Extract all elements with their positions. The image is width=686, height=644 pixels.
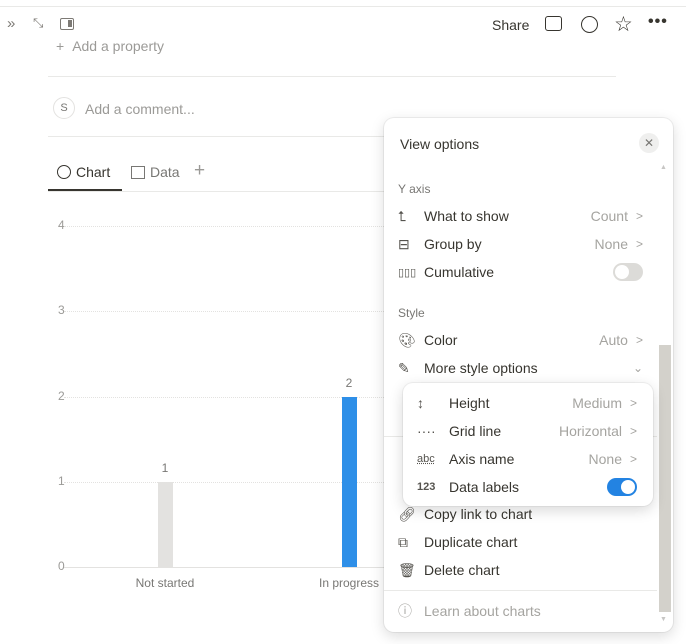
axis-name-row[interactable]: abc Axis name None > — [417, 445, 637, 473]
add-property-button[interactable]: + Add a property — [56, 38, 164, 54]
grid-line-icon: ···· — [417, 423, 436, 439]
data-label: 1 — [161, 460, 169, 475]
divider — [48, 76, 616, 77]
cumulative-icon: ▯▯▯ — [398, 266, 417, 279]
height-row[interactable]: ↕ Height Medium > — [417, 389, 637, 417]
star-icon[interactable]: ☆ — [614, 12, 633, 37]
side-peek-icon[interactable] — [60, 18, 74, 30]
delete-chart-row[interactable]: 🗑︎ Delete chart — [398, 556, 643, 584]
chevron-right-icon: > — [635, 333, 643, 347]
axis-icon: ⮤ — [398, 207, 407, 224]
duplicate-chart-row[interactable]: ⧉ Duplicate chart — [398, 528, 643, 556]
palette-icon: 🎨︎ — [398, 331, 416, 348]
axis-name-icon: abc — [417, 453, 435, 465]
add-view-button[interactable]: + — [194, 160, 205, 182]
brush-icon: ✎ — [398, 359, 410, 376]
expand-sidebar-icon[interactable]: » — [7, 15, 15, 32]
chevron-right-icon: > — [635, 237, 643, 251]
y-tick-label: 4 — [58, 218, 65, 232]
chevron-down-icon: ⌄ — [632, 361, 643, 375]
chart-icon — [57, 165, 71, 179]
link-icon: 🔗︎ — [398, 505, 416, 522]
fullscreen-icon[interactable]: ⤡ — [33, 15, 43, 31]
height-icon: ↕ — [417, 395, 424, 411]
close-icon[interactable]: ✕ — [639, 133, 659, 153]
grid-line-row[interactable]: ···· Grid line Horizontal > — [417, 417, 637, 445]
style-options-submenu: ↕ Height Medium > ···· Grid line Horizontal > … — [403, 383, 653, 506]
avatar: S — [53, 97, 75, 119]
y-tick-label: 1 — [58, 473, 65, 488]
cumulative-row[interactable]: ▯▯▯ Cumulative — [398, 258, 643, 286]
section-y-axis: Y axis — [398, 182, 431, 196]
bar — [158, 481, 173, 567]
duplicate-icon: ⧉ — [398, 533, 408, 550]
y-tick-label: 2 — [58, 388, 65, 403]
chevron-right-icon: > — [629, 396, 637, 410]
view-options-panel: View options ✕ ▲ Y axis ⮤ What to show Cou… — [384, 118, 673, 632]
chevron-right-icon: > — [629, 424, 637, 438]
scrollbar[interactable] — [659, 345, 671, 612]
group-icon: ⊟ — [398, 235, 410, 252]
panel-title: View options — [400, 136, 480, 152]
chevron-right-icon: > — [629, 452, 637, 466]
more-style-options-row[interactable]: ✎ More style options ⌄ — [398, 354, 643, 382]
what-to-show-row[interactable]: ⮤ What to show Count > — [398, 202, 643, 230]
cumulative-toggle[interactable] — [613, 263, 643, 281]
data-labels-row[interactable]: 123 Data labels — [417, 473, 637, 501]
divider — [384, 590, 657, 591]
help-icon: ⓘ — [398, 603, 412, 619]
clock-icon[interactable] — [581, 16, 598, 33]
comment-input[interactable]: Add a comment... — [85, 101, 195, 117]
comment-icon[interactable] — [545, 16, 562, 31]
numbers-icon: 123 — [417, 481, 436, 493]
top-divider — [0, 6, 686, 7]
tab-data[interactable]: Data — [131, 164, 180, 180]
scroll-down-arrow[interactable]: ▼ — [660, 616, 667, 623]
scroll-up-arrow[interactable]: ▲ — [660, 164, 667, 171]
chevron-right-icon: > — [635, 209, 643, 223]
y-tick-label: 0 — [58, 559, 65, 573]
plus-icon: + — [56, 38, 65, 54]
more-icon[interactable]: ••• — [648, 13, 668, 31]
share-button[interactable]: Share — [492, 17, 529, 33]
tab-chart[interactable]: Chart — [57, 164, 110, 180]
y-tick-label: 3 — [58, 303, 65, 318]
trash-icon: 🗑︎ — [398, 561, 416, 578]
section-style: Style — [398, 306, 425, 320]
color-row[interactable]: 🎨︎ Color Auto > — [398, 326, 643, 354]
learn-about-charts-link[interactable]: ⓘ Learn about charts — [398, 597, 643, 625]
data-label: 2 — [345, 375, 353, 390]
group-by-row[interactable]: ⊟ Group by None > — [398, 230, 643, 258]
bar — [342, 396, 357, 567]
table-icon — [131, 165, 145, 179]
data-labels-toggle[interactable] — [607, 478, 637, 496]
x-tick-label: Not started — [135, 576, 195, 590]
